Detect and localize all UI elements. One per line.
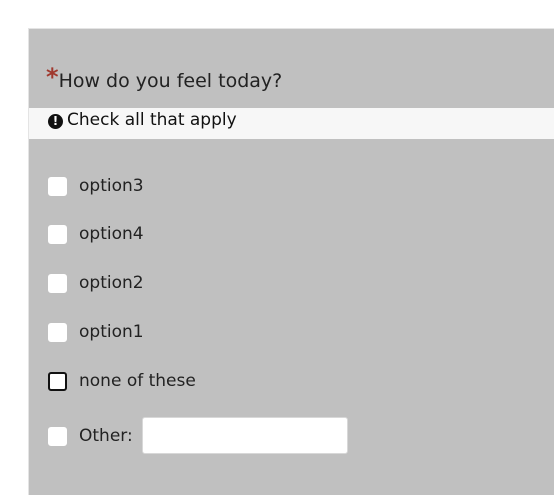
question-panel: *How do you feel today? ! Check all that…: [28, 28, 554, 495]
question-text: How do you feel today?: [58, 70, 283, 92]
page: *How do you feel today? ! Check all that…: [0, 0, 554, 495]
question-title: *How do you feel today?: [46, 63, 282, 92]
option-option1-label[interactable]: option1: [79, 322, 144, 342]
hint-bar: ! Check all that apply: [29, 108, 554, 139]
option-none-of-these-checkbox[interactable]: [48, 372, 67, 391]
option-other-label[interactable]: Other:: [79, 426, 133, 446]
option-option2-label[interactable]: option2: [79, 273, 144, 293]
option-option3-label[interactable]: option3: [79, 176, 144, 196]
other-text-input[interactable]: [142, 417, 348, 454]
option-none-of-these-label[interactable]: none of these: [79, 371, 196, 391]
option-other-checkbox[interactable]: [48, 427, 67, 446]
exclamation-circle-icon: !: [48, 114, 63, 129]
hint-text: Check all that apply: [67, 110, 237, 130]
option-option4-label[interactable]: option4: [79, 224, 144, 244]
required-marker: *: [46, 63, 59, 91]
option-option3-checkbox[interactable]: [48, 177, 67, 196]
option-option4-checkbox[interactable]: [48, 225, 67, 244]
option-option2-checkbox[interactable]: [48, 274, 67, 293]
option-option1-checkbox[interactable]: [48, 323, 67, 342]
